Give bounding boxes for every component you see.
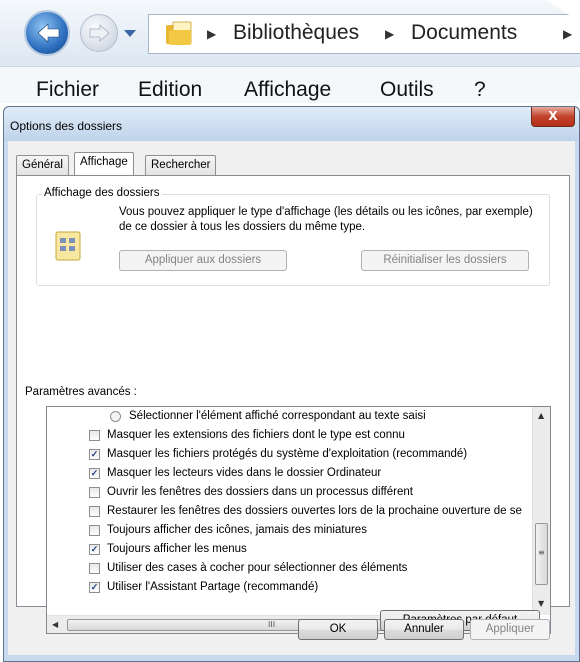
setting-label: Restaurer les fenêtres des dossiers ouve…: [107, 505, 522, 517]
list-item[interactable]: Toujours afficher des icônes, jamais des…: [47, 521, 517, 540]
tab-affichage[interactable]: Affichage: [74, 152, 134, 175]
ok-button[interactable]: OK: [298, 619, 378, 640]
menu-edition[interactable]: Edition: [138, 78, 202, 102]
breadcrumb-separator-icon[interactable]: ▶: [385, 27, 394, 41]
list-item[interactable]: Sélectionner l'élément affiché correspon…: [47, 407, 517, 426]
setting-label: Ouvrir les fenêtres des dossiers dans un…: [107, 486, 413, 498]
scroll-grip-icon: ≡: [538, 548, 545, 557]
back-arrow-icon: [37, 23, 60, 43]
checkbox-checked[interactable]: ✓: [89, 544, 100, 555]
checkbox-checked[interactable]: ✓: [89, 468, 100, 479]
breadcrumb-documents[interactable]: Documents: [411, 21, 517, 45]
setting-label: Toujours afficher des icônes, jamais des…: [107, 524, 367, 536]
menu-affichage[interactable]: Affichage: [244, 78, 331, 102]
radio-button[interactable]: [110, 411, 121, 422]
forward-arrow-icon: [89, 24, 110, 42]
setting-label: Utiliser l'Assistant Partage (recommandé…: [107, 581, 319, 593]
explorer-window: ▶ Bibliothèques ▶ Documents ▶ Fichier Ed…: [0, 0, 580, 103]
reset-folders-button[interactable]: Réinitialiser les dossiers: [361, 250, 529, 271]
setting-label: Masquer les extensions des fichiers dont…: [107, 429, 405, 441]
menu-fichier[interactable]: Fichier: [36, 78, 99, 102]
advanced-settings-list[interactable]: Sélectionner l'élément affiché correspon…: [46, 406, 551, 634]
folder-view-description: Vous pouvez appliquer le type d'affichag…: [119, 206, 533, 233]
list-item[interactable]: ✓ Toujours afficher les menus: [47, 540, 517, 559]
breadcrumb-separator-icon[interactable]: ▶: [207, 27, 216, 41]
dialog-body: Général Affichage Rechercher Affichage d…: [8, 141, 575, 655]
checkbox[interactable]: [89, 430, 100, 441]
cancel-button[interactable]: Annuler: [384, 619, 464, 640]
setting-label: Masquer les lecteurs vides dans le dossi…: [107, 467, 382, 479]
list-item[interactable]: Masquer les extensions des fichiers dont…: [47, 426, 517, 445]
dialog-title-bar[interactable]: Options des dossiers X: [4, 107, 579, 141]
scroll-grip-icon: III: [268, 620, 276, 629]
checkbox[interactable]: [89, 525, 100, 536]
apply-to-folders-button[interactable]: Appliquer aux dossiers: [119, 250, 287, 271]
window-corner-decoration: [546, 0, 580, 22]
checkbox-checked[interactable]: ✓: [89, 449, 100, 460]
checkbox[interactable]: [89, 487, 100, 498]
menu-outils[interactable]: Outils: [380, 78, 434, 102]
tab-general[interactable]: Général: [16, 155, 69, 175]
tab-rechercher[interactable]: Rechercher: [145, 155, 217, 175]
list-item[interactable]: ✓ Masquer les fichiers protégés du systè…: [47, 445, 517, 464]
setting-label: Toujours afficher les menus: [107, 543, 247, 555]
breadcrumb-libraries[interactable]: Bibliothèques: [233, 21, 359, 45]
list-item[interactable]: ✓ Utiliser l'Assistant Partage (recomman…: [47, 578, 517, 597]
setting-label: Utiliser des cases à cocher pour sélecti…: [107, 562, 408, 574]
list-item[interactable]: Utiliser des cases à cocher pour sélecti…: [47, 559, 517, 578]
navigation-bar: ▶ Bibliothèques ▶ Documents ▶: [0, 0, 580, 67]
setting-label: Sélectionner l'élément affiché correspon…: [129, 410, 426, 422]
breadcrumb-separator-icon[interactable]: ▶: [563, 27, 572, 41]
tab-panel-affichage: Affichage des dossiers Vous pouvez appli…: [16, 175, 570, 634]
list-item[interactable]: Restaurer les fenêtres des dossiers ouve…: [47, 502, 522, 521]
vertical-scrollbar[interactable]: ▲ ≡ ▼: [532, 407, 550, 615]
scroll-up-icon[interactable]: ▲: [538, 411, 544, 420]
vertical-scroll-thumb[interactable]: ≡: [535, 523, 548, 585]
checkbox-checked[interactable]: ✓: [89, 582, 100, 593]
back-button[interactable]: [24, 10, 70, 56]
dialog-title: Options des dossiers: [10, 119, 123, 133]
checkbox[interactable]: [89, 506, 100, 517]
libraries-folder-icon: [166, 21, 192, 45]
list-item[interactable]: Ouvrir les fenêtres des dossiers dans un…: [47, 483, 517, 502]
scroll-left-icon[interactable]: ◀: [52, 620, 58, 629]
checkbox[interactable]: [89, 563, 100, 574]
close-icon: X: [548, 109, 558, 123]
close-button[interactable]: X: [531, 107, 575, 127]
apply-button[interactable]: Appliquer: [470, 619, 550, 640]
list-item[interactable]: ✓ Masquer les lecteurs vides dans le dos…: [47, 464, 517, 483]
menu-help[interactable]: ?: [474, 78, 486, 102]
forward-button[interactable]: [80, 14, 118, 52]
folder-options-dialog: Options des dossiers X Général Affichage…: [3, 106, 580, 662]
setting-label: Masquer les fichiers protégés du système…: [107, 448, 468, 460]
recent-pages-dropdown-icon[interactable]: [122, 26, 138, 40]
scroll-down-icon[interactable]: ▼: [538, 599, 544, 608]
folder-view-icon: [55, 231, 81, 261]
breadcrumb[interactable]: ▶ Bibliothèques ▶ Documents ▶: [148, 14, 580, 54]
folder-view-group: Affichage des dossiers Vous pouvez appli…: [36, 187, 550, 286]
advanced-settings-label: Paramètres avancés :: [25, 386, 137, 398]
folder-view-group-label: Affichage des dossiers: [42, 187, 162, 199]
